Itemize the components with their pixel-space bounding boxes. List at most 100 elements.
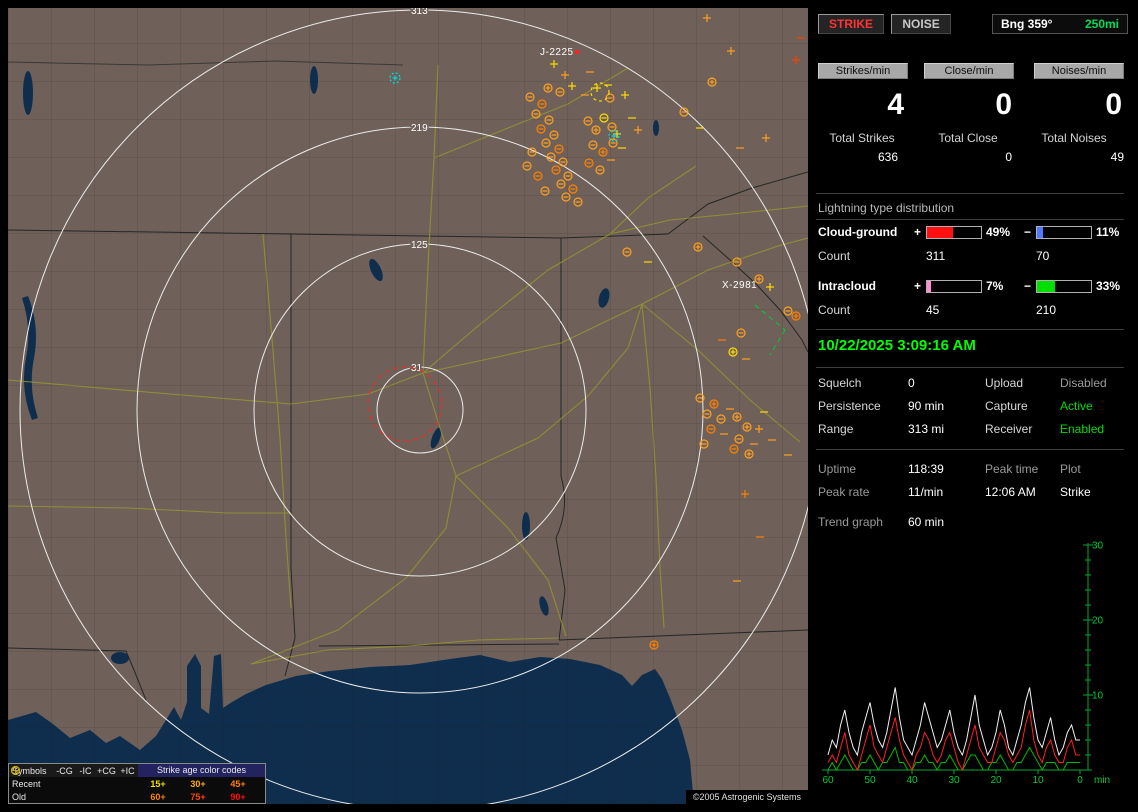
strike-symbol-cm (622, 247, 632, 257)
trend-x-tick: 10 (1032, 775, 1044, 786)
trend-series-strikes-min (827, 687, 1080, 757)
capture-label: Capture (985, 399, 1028, 413)
strike-symbol-dc (590, 82, 610, 102)
legend-age-value: 90+ (230, 791, 246, 802)
trend-y-tick: 30 (1092, 541, 1104, 552)
legend-row-label: Old (12, 791, 27, 802)
strike-symbol-cm (531, 109, 541, 119)
legend-age-value: 30+ (190, 778, 206, 789)
ic-negative-gauge (1036, 280, 1092, 293)
minus-sign: − (1024, 279, 1032, 293)
cg-positive-gauge (926, 226, 982, 239)
trend-x-tick: 40 (906, 775, 918, 786)
strike-symbol-cp (591, 125, 601, 135)
strike-symbol-cm (536, 124, 546, 134)
strike-symbol-cp (709, 399, 719, 409)
legend-header: Symbols -CG -IC +CG +IC Strike age color code… (9, 764, 265, 777)
cloud-ground-count-row: Count 311 70 (812, 249, 1130, 263)
strike-symbol-cm (563, 171, 573, 181)
map-legend: Symbols -CG -IC +CG +IC Strike age color code… (8, 763, 266, 804)
strike-symbol-cp (598, 147, 608, 157)
strike-symbol-p (621, 91, 629, 99)
range-rings: 313 219 125 31 (19, 8, 808, 804)
cg-positive-count: 311 (926, 249, 946, 263)
plot-value: Strike (1060, 485, 1091, 499)
map-overlay: 313 219 125 31 J-2225 X-2981 (19, 8, 808, 804)
strike-symbol-cm (554, 144, 564, 154)
ring-label: 31 (411, 363, 423, 374)
separator (816, 367, 1124, 368)
strike-symbol-cm (525, 92, 535, 102)
legend-row-Old: Old 60+ 75+ 90+ (9, 766, 265, 803)
storm-cell-label: X-2981 (722, 280, 757, 291)
noises-rate-value: 0 (1105, 88, 1122, 121)
plot-label: Plot (1060, 462, 1081, 476)
strike-symbol-cm (561, 192, 571, 202)
persistence-value: 90 min (908, 399, 945, 413)
total-noises-value: 49 (1110, 150, 1124, 164)
strike-symbol-cp (693, 242, 703, 252)
legend-age-value: 75+ (190, 791, 206, 802)
plus-sign: + (914, 225, 922, 239)
intracloud-label: Intracloud (818, 279, 877, 293)
storm-track-dash (769, 329, 786, 356)
cg-positive-percent: 49% (986, 225, 1011, 239)
uptime-value: 118:39 (908, 462, 944, 476)
trend-x-tick: 60 (822, 775, 834, 786)
strike-symbol-cp (543, 83, 553, 93)
trend-x-tick: 50 (864, 775, 876, 786)
upload-label: Upload (985, 376, 1024, 390)
alarm-ring (367, 366, 443, 442)
strike-symbol-cm (736, 328, 746, 338)
receiver-label: Receiver (985, 422, 1033, 436)
strike-symbol-cm (584, 158, 594, 168)
legend-age-value: 60+ (150, 791, 166, 802)
strike-symbol-cm (729, 444, 739, 454)
strike-symbol-cp (732, 412, 742, 422)
close-per-min-button[interactable]: Close/min (924, 63, 1014, 79)
squelch-value: 0 (908, 376, 915, 390)
storm-cell-label: J-2225 (540, 47, 574, 58)
strike-symbol-cm (558, 157, 568, 167)
strike-symbol-cp (649, 640, 659, 650)
strike-symbol-cm (556, 179, 566, 189)
legend-row-label: Recent (12, 778, 41, 789)
separator (816, 193, 1124, 194)
strike-symbol-p (766, 283, 774, 291)
strikes-per-min-button[interactable]: Strikes/min (818, 63, 908, 79)
bearing-range-readout: Bng 359° 250mi (992, 14, 1128, 34)
capture-status: Active (1060, 399, 1093, 413)
noises-per-min-button[interactable]: Noises/min (1034, 63, 1124, 79)
receiver-status: Enabled (1060, 422, 1105, 436)
strike-symbol-p (550, 60, 558, 68)
legend-col--CG: -CG (56, 765, 73, 776)
strike-symbol-cm (706, 424, 716, 434)
ring-label: 125 (411, 240, 428, 251)
lightning-map[interactable]: 313 219 125 31 J-2225 X-2981 Symbols -CG -IC +CG… (8, 8, 808, 804)
intracloud-row: Intracloud + 7% − 33% (812, 279, 1130, 293)
persistence-label: Persistence (818, 399, 881, 413)
strike-symbol-cm (568, 184, 578, 194)
strike-symbol-cm (546, 152, 556, 162)
strike-symbol-cm (551, 165, 561, 175)
bearing-value: Bng 359° (1001, 17, 1053, 31)
close-rate-value: 0 (995, 88, 1012, 121)
noise-mode-button[interactable]: NOISE (891, 14, 951, 34)
peak-time-value: 12:06 AM (985, 485, 1036, 499)
count-label: Count (818, 303, 851, 317)
legend-age-value: 15+ (150, 778, 166, 789)
separator (816, 219, 1124, 220)
strike-symbol-cm (583, 116, 593, 126)
strike-symbol-cp (791, 311, 801, 321)
legend-symbol-+IC (11, 766, 20, 775)
strike-mode-button[interactable]: STRIKE (818, 14, 885, 34)
strike-symbol-p (741, 490, 749, 498)
strike-symbol-cm (533, 171, 543, 181)
ic-positive-gauge (926, 280, 982, 293)
cg-negative-count: 70 (1036, 249, 1050, 263)
trend-x-tick: 30 (948, 775, 960, 786)
separator (816, 329, 1124, 330)
strike-symbol-cm (783, 306, 793, 316)
strike-symbol-cm (732, 257, 742, 267)
peak-rate-value: 11/min (908, 485, 944, 499)
